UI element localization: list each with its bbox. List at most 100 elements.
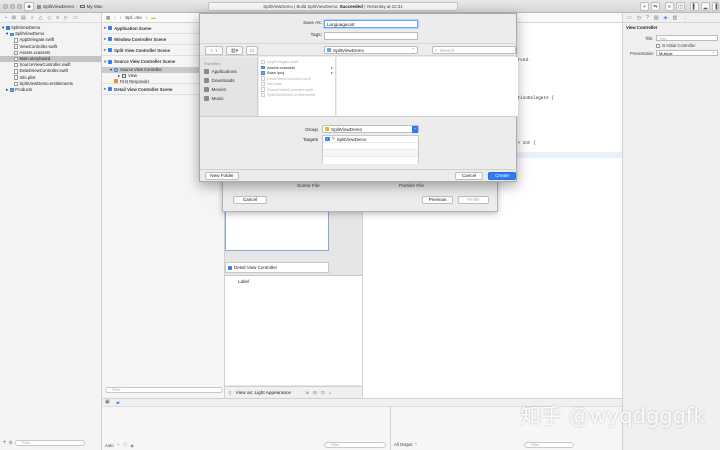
popup-chevron-icon: ⌃ xyxy=(414,442,418,447)
navigator-filter-input[interactable]: Filter xyxy=(14,440,85,446)
folder-icon: ▭ xyxy=(249,47,255,54)
file-inspector-icon[interactable]: ▭ xyxy=(627,15,632,21)
attributes-inspector-icon[interactable]: ◈ xyxy=(664,15,668,21)
forward-icon[interactable]: › xyxy=(120,15,122,20)
variables-filter-input[interactable]: Filter xyxy=(324,442,386,448)
particle-file-label[interactable]: Particle File xyxy=(399,184,424,189)
toggle-navigator-button[interactable]: ▌ xyxy=(690,2,699,11)
align-icon[interactable]: ⊟ xyxy=(313,390,317,396)
minimize-window-button[interactable] xyxy=(10,4,15,9)
breakpoints-toggle-icon[interactable]: ▰ xyxy=(116,400,120,406)
project-navigator: ▪ ⊠ ▤ ⌕ △ ◇ ≡ ▷ ▭ ▾ SplitViewDemo ▾ SplitV… xyxy=(0,13,102,450)
forward-icon[interactable]: › xyxy=(216,48,218,54)
standard-editor-button[interactable]: ≡ xyxy=(665,2,674,11)
hide-debug-icon[interactable]: ▣ xyxy=(105,399,110,405)
target-row[interactable]: ✓ ⚲ SplitViewDemo xyxy=(323,136,418,143)
save-as-input[interactable]: LanguageList xyxy=(324,20,418,28)
sheet-cancel-button[interactable]: Cancel xyxy=(233,196,267,204)
toggle-outline-icon[interactable]: ▯ xyxy=(229,390,232,396)
resolve-icon[interactable]: ▵ xyxy=(329,390,331,396)
scene-file-label[interactable]: Scene File xyxy=(297,184,320,189)
scheme-selector[interactable]: SplitViewDemo › My Mac xyxy=(37,2,103,11)
back-forward-buttons[interactable]: ‹ › xyxy=(205,46,223,55)
folder-crumb-icon[interactable]: ▬ xyxy=(151,15,156,20)
help-inspector-icon[interactable]: ? xyxy=(646,15,649,21)
disclosure-open-icon: ▾ xyxy=(2,25,5,30)
cancel-button[interactable]: Cancel xyxy=(455,172,483,180)
identity-inspector-icon[interactable]: ▤ xyxy=(654,15,659,21)
detail-view[interactable]: Label xyxy=(225,275,362,385)
add-file-icon[interactable]: + xyxy=(3,440,7,446)
variables-footer: Auto ⌃ ⓘ ◉ xyxy=(105,442,134,448)
previous-button[interactable]: Previous xyxy=(422,196,453,204)
new-folder-button[interactable]: New Folder xyxy=(205,172,239,180)
find-tab-icon[interactable]: ⌕ xyxy=(31,15,34,21)
group-popup[interactable]: SplitViewDemo ⌃ xyxy=(322,125,419,133)
downloads-icon xyxy=(204,78,209,83)
presentation-popup[interactable]: Multiple ⌃ xyxy=(656,50,718,56)
zoom-window-button[interactable] xyxy=(17,4,22,9)
target-empty-row xyxy=(323,157,418,164)
search-field[interactable]: ⌕ Search xyxy=(432,46,516,54)
back-icon[interactable]: ‹ xyxy=(211,48,213,54)
tree-item[interactable]: ▸ Products xyxy=(0,87,101,93)
report-tab-icon[interactable]: ▭ xyxy=(73,15,78,21)
storyboard-file-icon xyxy=(14,56,18,62)
target-checkbox[interactable]: ✓ xyxy=(325,136,330,142)
constraints-icon[interactable]: ⊡ xyxy=(321,390,325,396)
debug-tab-icon[interactable]: ≡ xyxy=(56,15,59,21)
title-field[interactable]: Title xyxy=(656,35,718,41)
view-mode-button[interactable]: ▥▾ xyxy=(226,46,243,55)
issue-tab-icon[interactable]: △ xyxy=(39,15,43,21)
new-folder-icon-button[interactable]: ▭ xyxy=(246,46,258,55)
finish-button[interactable]: Finish xyxy=(458,196,489,204)
folder-tab-icon[interactable]: ▪ xyxy=(5,15,7,21)
info-icon[interactable]: ⓘ xyxy=(123,442,127,448)
console-filter-input[interactable]: Filter xyxy=(524,442,574,448)
location-popup[interactable]: SplitViewDemo ⌃ xyxy=(324,46,418,54)
divider xyxy=(200,169,518,170)
assistant-editor-button[interactable]: ◫ xyxy=(676,2,685,11)
test-tab-icon[interactable]: ◇ xyxy=(47,15,51,21)
create-button[interactable]: Create xyxy=(488,172,516,180)
detail-scene-header[interactable]: Detail View Controller xyxy=(225,262,329,273)
view-as-button[interactable]: View as: Light Appearance xyxy=(236,390,291,395)
favorite-item[interactable]: Downloads xyxy=(200,76,257,85)
stop-icon: ■ xyxy=(27,3,31,10)
swift-file-icon xyxy=(14,38,18,43)
favorite-item[interactable]: Movies xyxy=(200,85,257,94)
toggle-debug-button[interactable]: ▂ xyxy=(701,2,710,11)
size-inspector-icon[interactable]: ▥ xyxy=(672,15,677,21)
console-output-selector[interactable]: All Output ⌃ xyxy=(394,442,418,447)
toggle-inspector-button[interactable]: ▐ xyxy=(712,2,719,11)
favorite-item[interactable]: Applications xyxy=(200,67,257,76)
initial-controller-checkbox-row[interactable]: Is Initial Controller xyxy=(656,43,696,48)
related-items-icon[interactable]: ▦ xyxy=(106,15,110,21)
history-inspector-icon[interactable]: ◷ xyxy=(637,15,641,21)
tags-input[interactable] xyxy=(324,32,418,40)
scene-icon xyxy=(108,87,113,92)
outline-filter-input[interactable]: Filter xyxy=(105,387,223,393)
initial-controller-checkbox[interactable] xyxy=(656,43,660,48)
library-button[interactable]: + xyxy=(640,2,649,11)
source-control-tab-icon[interactable]: ⊠ xyxy=(12,15,16,21)
auto-selector[interactable]: Auto xyxy=(105,443,114,448)
close-window-button[interactable] xyxy=(3,4,8,9)
connections-inspector-icon[interactable]: → xyxy=(682,15,687,21)
update-frames-icon[interactable]: ⇲ xyxy=(305,390,309,396)
back-icon[interactable]: ‹ xyxy=(114,15,116,20)
stop-button[interactable]: ■ xyxy=(24,2,34,11)
code-review-button[interactable]: ⇆ xyxy=(651,2,660,11)
detail-label[interactable]: Label xyxy=(238,279,249,284)
app-target-icon: ⚲ xyxy=(331,136,335,141)
eye-icon[interactable]: ◉ xyxy=(130,443,134,448)
breadcrumb[interactable]: Spl...mo xyxy=(125,15,142,20)
window-toolbar: ■ SplitViewDemo › My Mac SplitViewDemo |… xyxy=(0,0,720,13)
asset-catalog-icon xyxy=(14,50,18,56)
symbol-tab-icon[interactable]: ▤ xyxy=(21,15,26,21)
folder-icon xyxy=(327,48,331,52)
favorite-item[interactable]: Music xyxy=(200,94,257,103)
outline-scene-label: Split View Controller Scene xyxy=(114,47,170,53)
breakpoint-tab-icon[interactable]: ▷ xyxy=(64,15,68,21)
debug-divider xyxy=(390,407,391,450)
